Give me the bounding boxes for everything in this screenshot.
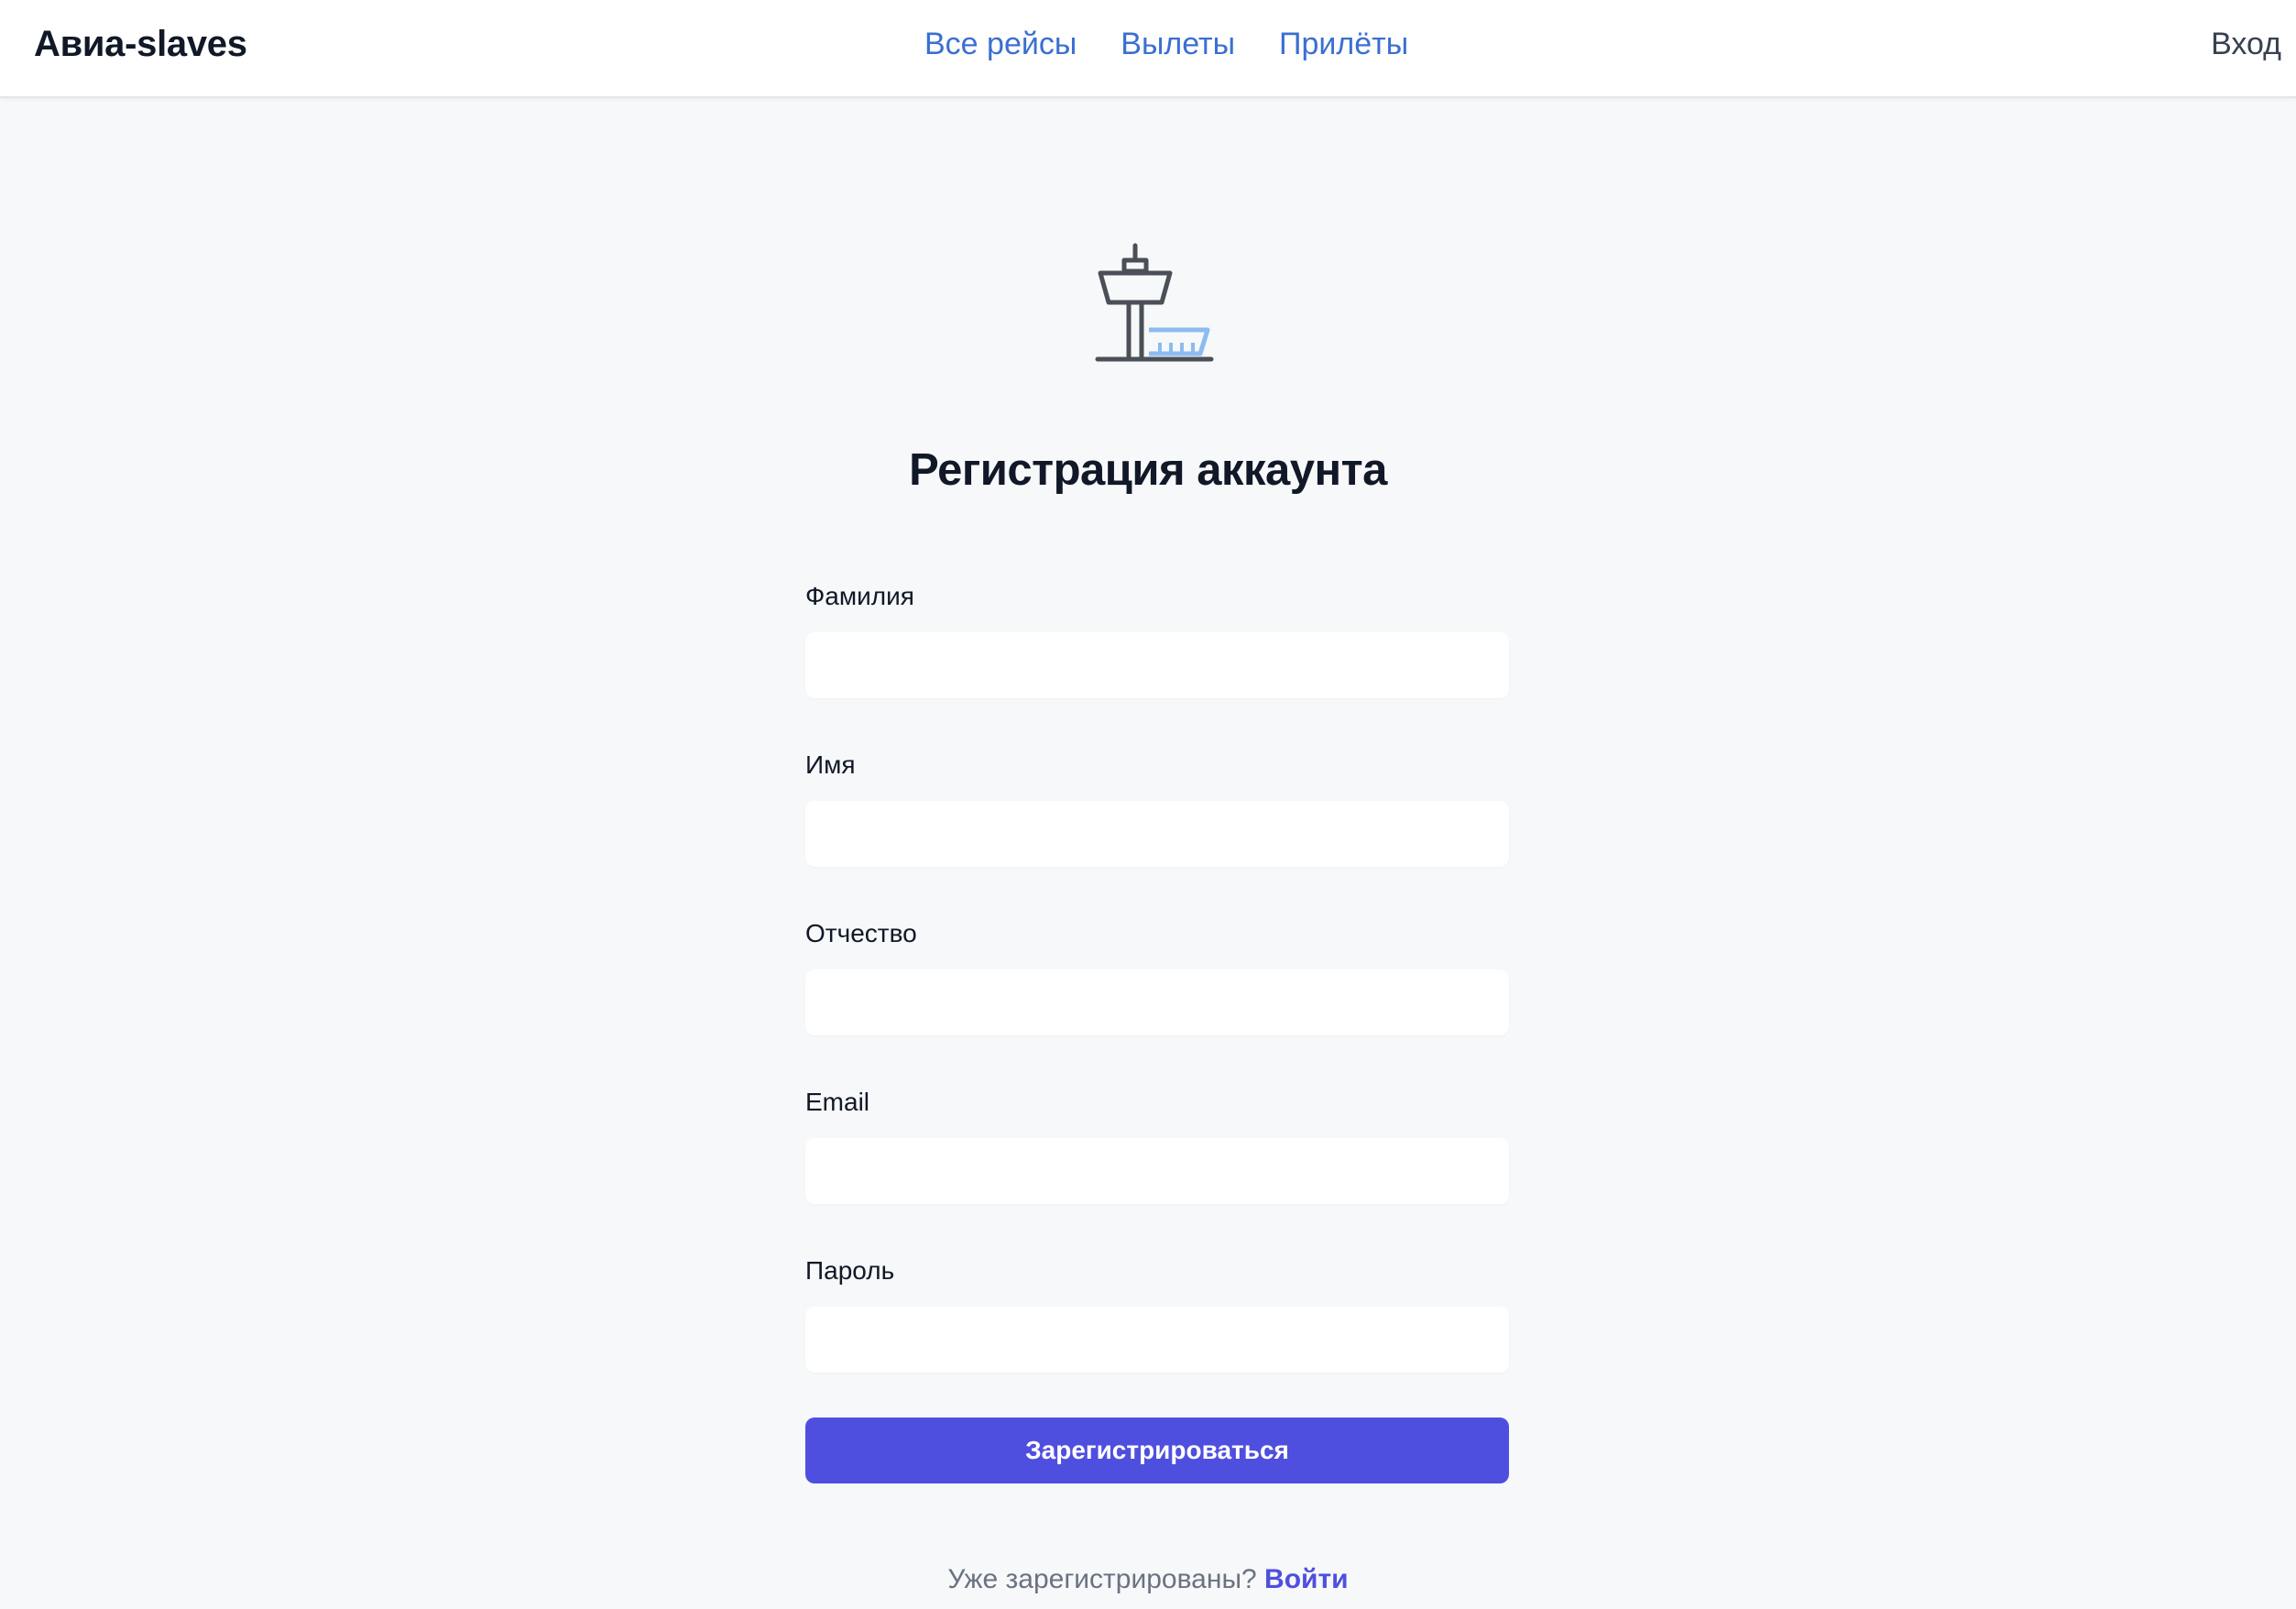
patronymic-input[interactable] (805, 969, 1509, 1035)
nav-link-all-flights[interactable]: Все рейсы (924, 22, 1077, 66)
register-button[interactable]: Зарегистрироваться (805, 1417, 1509, 1483)
email-label: Email (805, 1088, 870, 1116)
last-name-label: Фамилия (805, 582, 914, 610)
control-tower-icon (1095, 243, 1214, 362)
brand-logo-text[interactable]: Авиа-slaves (34, 22, 247, 66)
login-link[interactable]: Вход (2211, 22, 2281, 66)
nav-link-departures[interactable]: Вылеты (1121, 22, 1235, 66)
password-label: Пароль (805, 1256, 895, 1285)
main-nav: Все рейсы Вылеты Прилёты (924, 22, 1408, 66)
field-patronymic: Отчество (805, 914, 1509, 1083)
nav-link-arrivals[interactable]: Прилёты (1279, 22, 1408, 66)
sign-in-link[interactable]: Войти (1264, 1564, 1349, 1594)
field-last-name: Фамилия (805, 577, 1509, 746)
last-name-input[interactable] (805, 632, 1509, 698)
already-registered-note: Уже зарегистрированы? Войти (0, 1560, 2296, 1600)
first-name-input[interactable] (805, 801, 1509, 867)
top-navbar: Авиа-slaves Все рейсы Вылеты Прилёты Вхо… (0, 0, 2296, 98)
first-name-label: Имя (805, 750, 856, 779)
email-input[interactable] (805, 1138, 1509, 1204)
already-registered-prompt: Уже зарегистрированы? (947, 1564, 1257, 1594)
field-first-name: Имя (805, 746, 1509, 914)
password-input[interactable] (805, 1307, 1509, 1373)
field-password: Пароль (805, 1252, 1509, 1420)
page-title: Регистрация аккаунта (909, 445, 1387, 495)
registration-form: Фамилия Имя Отчество Email Пароль (805, 577, 1509, 1420)
patronymic-label: Отчество (805, 919, 917, 947)
field-email: Email (805, 1083, 1509, 1252)
